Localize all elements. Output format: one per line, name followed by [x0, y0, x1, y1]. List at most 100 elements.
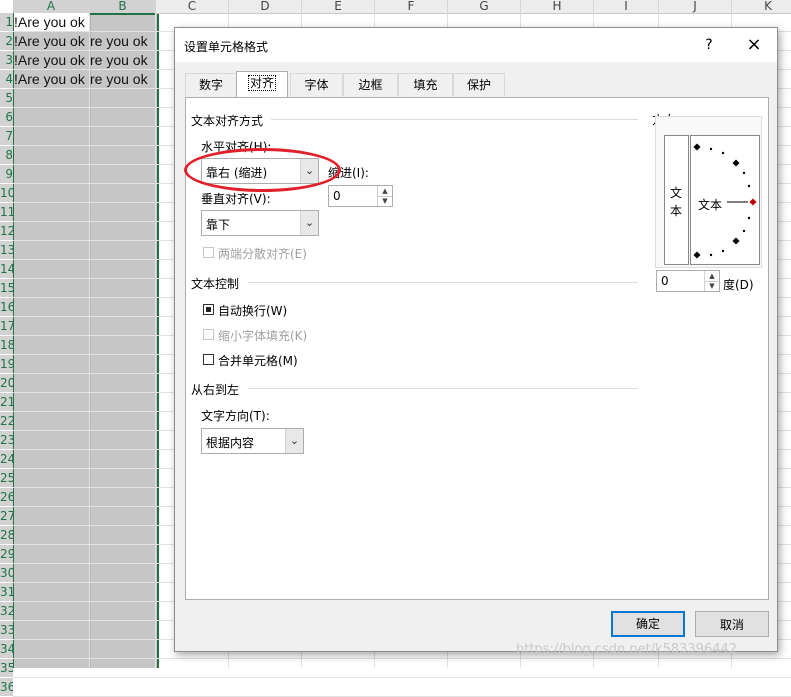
row-header[interactable]: 1 [0, 13, 13, 31]
degrees-spinner[interactable]: 0 ▲ ▼ [656, 270, 720, 292]
row-header[interactable]: 15 [0, 279, 13, 297]
dial-text: 文本 [698, 198, 723, 212]
row-header[interactable]: 7 [0, 127, 13, 145]
cell-b4[interactable]: re you ok [90, 70, 156, 88]
merge-cells-label[interactable]: 合并单元格(M) [218, 352, 298, 369]
ok-button[interactable]: 确定 [611, 611, 685, 637]
close-button[interactable]: × [740, 33, 768, 57]
chevron-down-icon[interactable]: ⌄ [300, 159, 318, 183]
tab-border[interactable]: 边框 [343, 73, 398, 96]
column-header-e[interactable]: E [302, 0, 375, 14]
column-divider-a-b [90, 13, 91, 668]
column-header-k[interactable]: K [732, 0, 791, 14]
row-header[interactable]: 12 [0, 222, 13, 240]
dialog-titlebar[interactable]: 设置单元格格式 ? × [175, 28, 777, 62]
row-header[interactable]: 24 [0, 450, 13, 468]
degrees-label: 度(D) [723, 278, 754, 292]
row-header[interactable]: 17 [0, 317, 13, 335]
selected-columns-a-b[interactable] [13, 13, 159, 697]
tab-protection[interactable]: 保护 [453, 73, 505, 96]
vertical-text-char: 本 [670, 204, 683, 218]
rtl-group-label: 从右到左 [191, 383, 240, 397]
indent-value: 0 [333, 189, 341, 203]
cell-b3[interactable]: re you ok [90, 51, 156, 69]
text-direction-value: 根据内容 [206, 436, 255, 450]
row-header[interactable]: 34 [0, 640, 13, 658]
row-header[interactable]: 8 [0, 146, 13, 164]
column-header-f[interactable]: F [375, 0, 448, 14]
row-header[interactable]: 2 [0, 32, 13, 50]
row-header[interactable]: 36 [0, 678, 13, 696]
vertical-alignment-select[interactable]: 靠下 ⌄ [201, 210, 319, 236]
horizontal-alignment-value: 靠右 (缩进) [206, 166, 268, 180]
cell-a3[interactable]: !Are you ok [14, 51, 90, 69]
group-separator [248, 282, 638, 283]
row-header[interactable]: 11 [0, 203, 13, 221]
row-header[interactable]: 23 [0, 431, 13, 449]
indent-spinner[interactable]: 0 ▲ ▼ [328, 185, 393, 207]
column-header-j[interactable]: J [659, 0, 732, 14]
wrap-text-checkbox[interactable] [203, 304, 214, 315]
horizontal-alignment-label: 水平对齐(H): [201, 140, 272, 154]
text-control-group-label: 文本控制 [191, 277, 240, 291]
cell-a1[interactable]: !Are you ok [14, 13, 89, 31]
help-button[interactable]: ? [695, 33, 723, 57]
gridline-horizontal [13, 658, 791, 659]
column-header-d[interactable]: D [229, 0, 302, 14]
column-header-b[interactable]: B [90, 0, 156, 15]
chevron-down-icon[interactable]: ⌄ [285, 429, 303, 453]
row-header[interactable]: 31 [0, 583, 13, 601]
cell-b2[interactable]: re you ok [90, 32, 156, 50]
row-header[interactable]: 4 [0, 70, 13, 88]
row-header[interactable]: 16 [0, 298, 13, 316]
row-header[interactable]: 3 [0, 51, 13, 69]
cell-a2[interactable]: !Are you ok [14, 32, 90, 50]
vertical-text-button[interactable]: 文 本 [664, 135, 689, 265]
merge-cells-checkbox[interactable] [203, 354, 214, 365]
gridline-horizontal [13, 677, 791, 678]
row-header[interactable]: 21 [0, 393, 13, 411]
group-separator [248, 388, 638, 389]
spin-down-icon[interactable]: ▼ [378, 196, 392, 206]
dialog-title: 设置单元格格式 [184, 40, 269, 54]
column-header-i[interactable]: I [594, 0, 659, 14]
row-header[interactable]: 9 [0, 165, 13, 183]
row-header[interactable]: 26 [0, 488, 13, 506]
orientation-dial[interactable]: 文本 [690, 135, 760, 265]
row-header[interactable]: 27 [0, 507, 13, 525]
row-header[interactable]: 14 [0, 260, 13, 278]
tab-fill[interactable]: 填充 [398, 73, 453, 96]
row-header[interactable]: 18 [0, 336, 13, 354]
spinner-arrows: ▲ ▼ [704, 271, 719, 291]
spin-down-icon[interactable]: ▼ [705, 281, 719, 291]
row-header[interactable]: 29 [0, 545, 13, 563]
row-header[interactable]: 22 [0, 412, 13, 430]
row-header[interactable]: 35 [0, 659, 13, 677]
cancel-button[interactable]: 取消 [695, 611, 769, 637]
row-header[interactable]: 6 [0, 108, 13, 126]
row-header[interactable]: 32 [0, 602, 13, 620]
format-cells-dialog: 设置单元格格式 ? × 数字 对齐 字体 边框 填充 保护 文本对齐方式 水平对… [174, 27, 778, 652]
row-header[interactable]: 28 [0, 526, 13, 544]
tab-alignment[interactable]: 对齐 [236, 71, 288, 97]
cell-a4[interactable]: !Are you ok [14, 70, 90, 88]
row-header[interactable]: 33 [0, 621, 13, 639]
chevron-down-icon[interactable]: ⌄ [300, 211, 318, 235]
row-header[interactable]: 30 [0, 564, 13, 582]
row-header[interactable]: 19 [0, 355, 13, 373]
row-header[interactable]: 5 [0, 89, 13, 107]
text-direction-select[interactable]: 根据内容 ⌄ [201, 428, 304, 454]
tab-font[interactable]: 字体 [290, 73, 343, 96]
column-header-c[interactable]: C [156, 0, 229, 14]
column-header-g[interactable]: G [448, 0, 521, 14]
row-header[interactable]: 25 [0, 469, 13, 487]
row-header[interactable]: 10 [0, 184, 13, 202]
horizontal-alignment-select[interactable]: 靠右 (缩进) ⌄ [201, 158, 319, 184]
column-header-h[interactable]: H [521, 0, 594, 14]
tab-number[interactable]: 数字 [185, 73, 237, 96]
text-alignment-group-label: 文本对齐方式 [191, 114, 264, 128]
tab-label: 保护 [466, 78, 491, 92]
wrap-text-label[interactable]: 自动换行(W) [218, 302, 287, 319]
row-header[interactable]: 20 [0, 374, 13, 392]
row-header[interactable]: 13 [0, 241, 13, 259]
